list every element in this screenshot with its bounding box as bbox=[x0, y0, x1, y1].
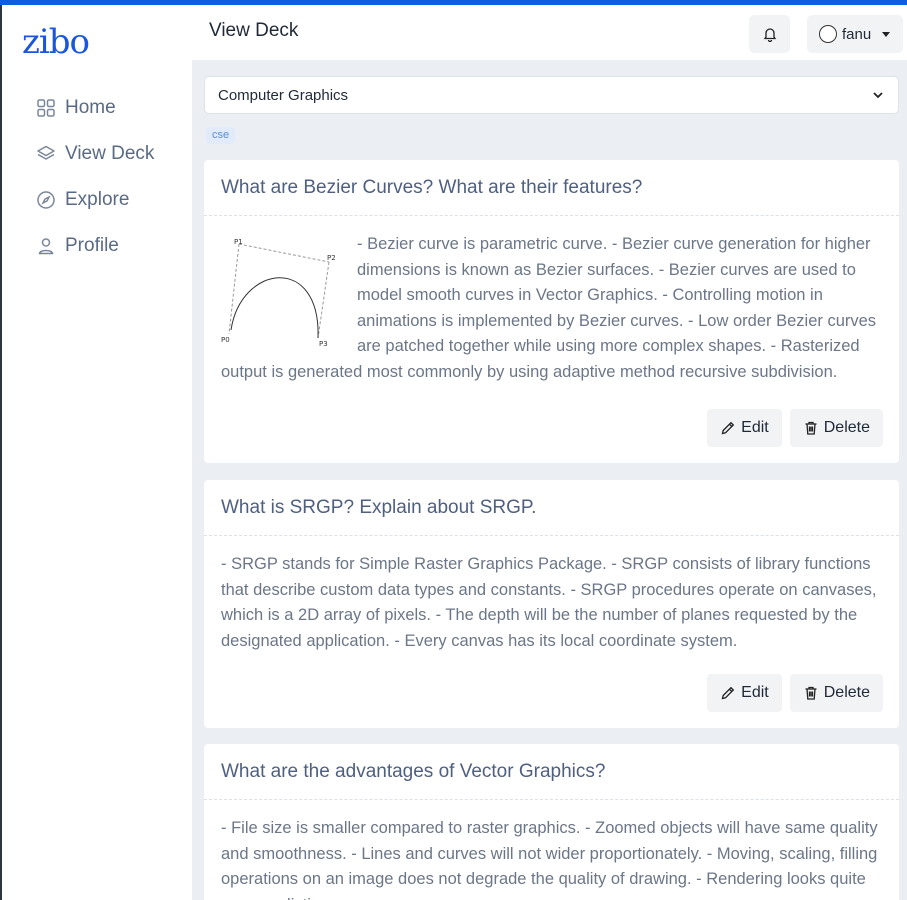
point-label: P0 bbox=[221, 336, 230, 344]
card-answer: - SRGP stands for Simple Raster Graphics… bbox=[221, 555, 877, 650]
header: View Deck fanu bbox=[192, 5, 907, 60]
trash-icon bbox=[805, 686, 817, 700]
sidebar-item-label: View Deck bbox=[65, 143, 155, 164]
user-name: fanu bbox=[842, 25, 872, 43]
card-question: What is SRGP? Explain about SRGP. bbox=[204, 480, 899, 536]
point-label: P2 bbox=[327, 254, 336, 262]
user-menu-button[interactable]: fanu bbox=[807, 15, 903, 53]
avatar bbox=[819, 25, 837, 43]
notifications-button[interactable] bbox=[749, 15, 790, 53]
page-title: View Deck bbox=[209, 20, 299, 41]
main-content: Computer Graphics cse What are Bezier Cu… bbox=[192, 60, 907, 900]
trash-icon bbox=[805, 421, 817, 435]
sidebar-item-home[interactable]: Home bbox=[36, 93, 116, 123]
flashcard: What is SRGP? Explain about SRGP. - SRGP… bbox=[204, 480, 899, 728]
edit-label: Edit bbox=[741, 419, 769, 436]
card-answer-block: - SRGP stands for Simple Raster Graphics… bbox=[204, 536, 899, 654]
layers-icon bbox=[37, 145, 55, 160]
delete-label: Delete bbox=[823, 419, 870, 436]
card-actions: Edit Delete bbox=[707, 409, 883, 447]
point-label: P3 bbox=[319, 340, 328, 348]
bell-icon bbox=[763, 28, 776, 42]
pencil-icon bbox=[721, 686, 735, 700]
deck-select-value: Computer Graphics bbox=[218, 86, 349, 104]
delete-label: Delete bbox=[823, 684, 870, 701]
pencil-icon bbox=[721, 421, 735, 435]
edit-label: Edit bbox=[741, 684, 769, 701]
app-logo[interactable]: zibo bbox=[22, 25, 90, 59]
deck-select[interactable]: Computer Graphics bbox=[204, 76, 899, 114]
card-question: What are the advantages of Vector Graphi… bbox=[204, 744, 899, 800]
card-answer: - File size is smaller compared to raste… bbox=[221, 819, 878, 900]
edit-button[interactable]: Edit bbox=[707, 674, 782, 712]
delete-button[interactable]: Delete bbox=[789, 674, 883, 712]
flashcard: What are Bezier Curves? What are their f… bbox=[204, 160, 899, 463]
point-label: P1 bbox=[234, 238, 243, 246]
bezier-curve-diagram: P1 P2 P0 P3 bbox=[221, 238, 336, 348]
deck-tag[interactable]: cse bbox=[206, 127, 236, 144]
sidebar-item-view-deck[interactable]: View Deck bbox=[36, 139, 154, 169]
caret-down-icon bbox=[882, 31, 891, 37]
sidebar-item-label: Explore bbox=[65, 189, 130, 210]
edit-button[interactable]: Edit bbox=[707, 409, 782, 447]
grid-icon bbox=[37, 99, 55, 117]
sidebar: zibo Home View Deck Explore Profile bbox=[2, 5, 192, 900]
user-icon bbox=[38, 238, 54, 255]
sidebar-item-profile[interactable]: Profile bbox=[36, 231, 119, 261]
chevron-down-icon bbox=[873, 92, 883, 99]
sidebar-item-label: Profile bbox=[65, 235, 119, 256]
compass-icon bbox=[37, 191, 55, 209]
sidebar-item-label: Home bbox=[65, 97, 116, 118]
card-question: What are Bezier Curves? What are their f… bbox=[204, 160, 899, 216]
delete-button[interactable]: Delete bbox=[789, 409, 883, 447]
card-answer-block: P1 P2 P0 P3 - Bezier curve is parametric… bbox=[204, 216, 899, 386]
card-actions: Edit Delete bbox=[707, 674, 883, 712]
flashcard: What are the advantages of Vector Graphi… bbox=[204, 744, 899, 900]
card-answer-block: - File size is smaller compared to raste… bbox=[204, 800, 899, 900]
sidebar-item-explore[interactable]: Explore bbox=[36, 185, 129, 215]
